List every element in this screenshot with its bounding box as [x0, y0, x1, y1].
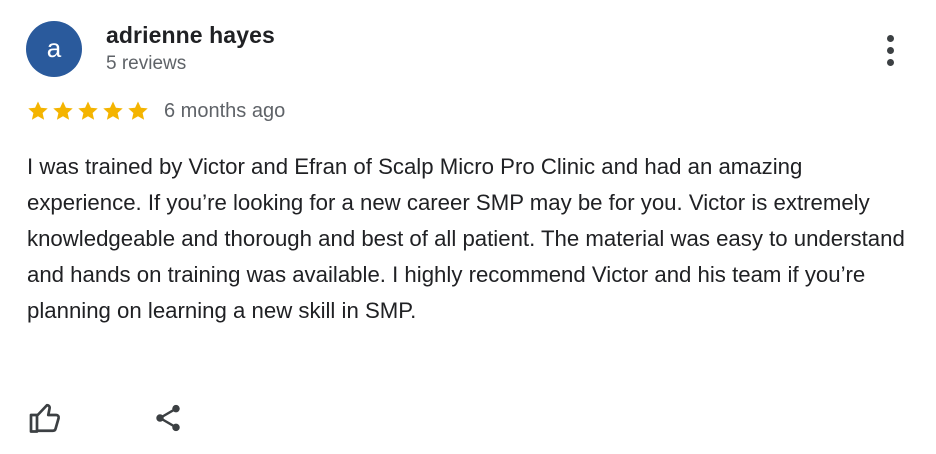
share-button[interactable]: [148, 398, 188, 438]
more-vert-icon-dot: [886, 58, 894, 66]
star-icon: [28, 101, 48, 120]
more-vert-icon-dot: [886, 46, 894, 54]
review-actions: [26, 398, 188, 438]
reviewer-name[interactable]: adrienne hayes: [106, 22, 275, 49]
like-button[interactable]: [26, 398, 66, 438]
thumb-up-icon: [29, 403, 61, 433]
more-options-button[interactable]: [872, 30, 908, 70]
more-vert-icon: [886, 34, 894, 42]
star-icon: [103, 101, 123, 120]
star-rating: [26, 99, 150, 123]
star-icon: [53, 101, 73, 120]
avatar-letter: a: [46, 32, 62, 63]
rating-row: 6 months ago: [26, 98, 285, 124]
share-icon: [156, 404, 180, 432]
star-icon: [78, 101, 98, 120]
star-icon: [128, 101, 148, 120]
review-time: 6 months ago: [164, 99, 286, 122]
review-count[interactable]: 5 reviews: [106, 53, 186, 75]
avatar[interactable]: a: [26, 21, 82, 77]
review-text: I was trained by Victor and Efran of Sca…: [27, 154, 905, 323]
